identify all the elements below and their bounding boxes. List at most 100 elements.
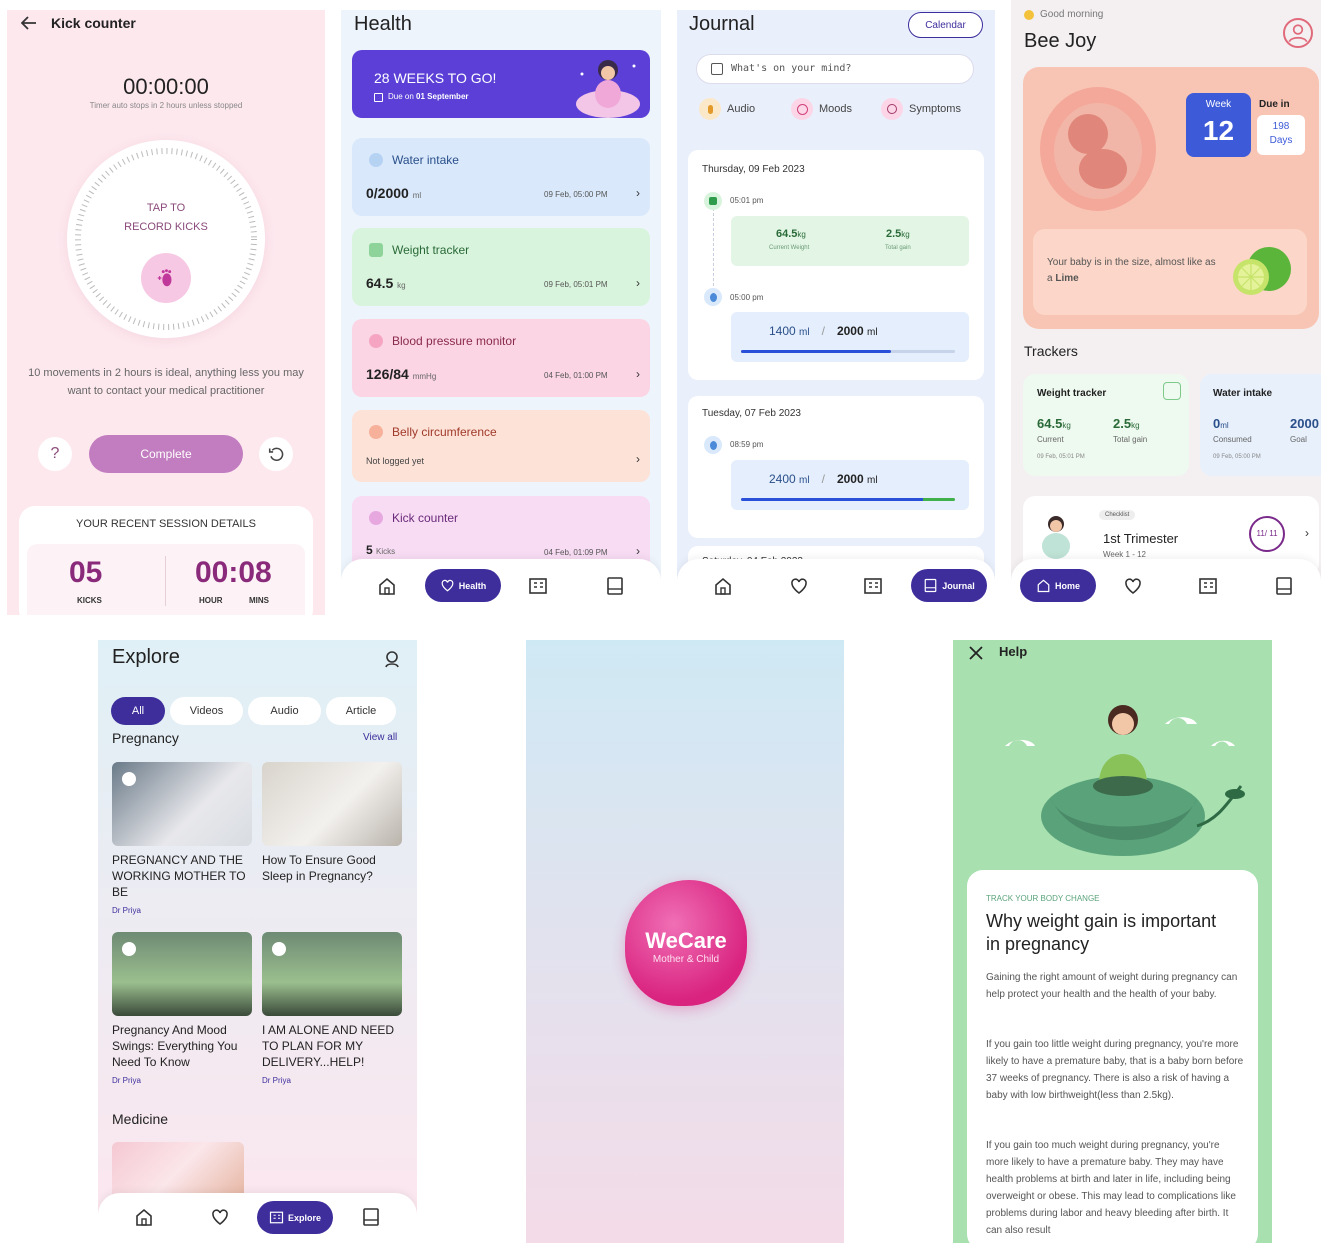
home-weight-tracker-card[interactable]: Weight tracker 64.5kg Current 2.5kg Tota… bbox=[1023, 374, 1189, 476]
chip-moods[interactable]: Moods bbox=[791, 98, 852, 120]
card-value: 126/84 bbox=[366, 366, 409, 382]
profile-icon[interactable] bbox=[1283, 18, 1313, 48]
blood-pressure-card[interactable]: Blood pressure monitor 126/84 mmHg 04 Fe… bbox=[352, 319, 650, 397]
nav-health-active[interactable]: Health bbox=[425, 569, 501, 602]
card-title: Belly circumference bbox=[392, 425, 497, 439]
weeks-banner[interactable]: 28 WEEKS TO GO! Due on 01 September bbox=[352, 50, 650, 118]
chevron-right-icon[interactable]: › bbox=[636, 276, 640, 290]
water-left-value: 2400 bbox=[769, 472, 796, 486]
reset-icon[interactable] bbox=[259, 437, 293, 471]
water-intake-card[interactable]: Water intake 0/2000 ml 09 Feb, 05:00 PM … bbox=[352, 138, 650, 216]
water-entry-box[interactable]: 1400 ml / 2000 ml bbox=[731, 312, 969, 362]
home-icon[interactable] bbox=[713, 576, 733, 596]
article-thumb[interactable] bbox=[112, 932, 252, 1016]
footprint-icon[interactable] bbox=[141, 253, 191, 303]
explore-icon[interactable] bbox=[528, 576, 548, 596]
trackers-title: Trackers bbox=[1024, 343, 1078, 359]
weight-tracker-card[interactable]: Weight tracker 64.5 kg 09 Feb, 05:01 PM … bbox=[352, 228, 650, 306]
bottom-nav: Explore bbox=[98, 1193, 417, 1243]
bottom-nav: Home bbox=[1011, 559, 1321, 615]
bottom-nav: Journal bbox=[677, 559, 995, 615]
tracker-time: 09 Feb, 05:00 PM bbox=[1213, 454, 1261, 460]
article-thumb[interactable] bbox=[262, 932, 402, 1016]
close-icon[interactable] bbox=[969, 646, 983, 660]
belly-circumference-card[interactable]: Belly circumference Not logged yet › bbox=[352, 410, 650, 482]
gain-label: Total gain bbox=[885, 245, 911, 251]
nav-explore-active[interactable]: Explore bbox=[257, 1201, 333, 1234]
calendar-button[interactable]: Calendar bbox=[908, 12, 983, 38]
water-consumed-unit: ml bbox=[1220, 421, 1229, 430]
due-label: Due in bbox=[1259, 99, 1290, 110]
chip-audio[interactable]: Audio bbox=[699, 98, 755, 120]
microphone-icon bbox=[699, 98, 721, 120]
water-entry-box[interactable]: 2400 ml / 2000 ml bbox=[731, 460, 969, 510]
home-icon[interactable] bbox=[134, 1207, 154, 1227]
chip-symptoms[interactable]: Symptoms bbox=[881, 98, 961, 120]
article-thumb[interactable] bbox=[112, 762, 252, 846]
filter-all[interactable]: All bbox=[111, 697, 165, 725]
journal-icon[interactable] bbox=[1274, 576, 1294, 596]
chevron-right-icon[interactable]: › bbox=[636, 452, 640, 466]
bottom-nav: Health bbox=[341, 559, 661, 615]
scale-icon bbox=[1163, 382, 1181, 400]
chevron-right-icon[interactable]: › bbox=[636, 186, 640, 200]
greeting-text: Good morning bbox=[1040, 9, 1104, 20]
article-thumb[interactable] bbox=[112, 1142, 244, 1200]
heart-icon[interactable] bbox=[789, 576, 809, 596]
belly-icon bbox=[369, 425, 383, 439]
chevron-right-icon[interactable]: › bbox=[636, 367, 640, 381]
kick-dial[interactable]: TAP TO RECORD KICKS bbox=[67, 140, 265, 338]
search-user-icon[interactable] bbox=[384, 650, 400, 668]
weight-current-label: Current bbox=[1037, 435, 1064, 444]
weight-value: 64.5 bbox=[776, 228, 798, 240]
view-all-link[interactable]: View all bbox=[363, 732, 397, 743]
journal-icon[interactable] bbox=[361, 1207, 381, 1227]
fetus-illustration-icon bbox=[1033, 79, 1163, 219]
weight-entry-box[interactable]: 64.5kg Current Weight 2.5kg Total gain bbox=[731, 216, 969, 266]
back-arrow-icon[interactable] bbox=[21, 16, 37, 30]
article-author: Dr Priya bbox=[112, 906, 141, 915]
filter-article[interactable]: Article bbox=[326, 697, 396, 725]
nav-journal-active[interactable]: Journal bbox=[911, 569, 987, 602]
chevron-right-icon[interactable]: › bbox=[636, 544, 640, 558]
kicks-label: KICKS bbox=[77, 596, 102, 605]
section-title: Medicine bbox=[112, 1111, 169, 1127]
nav-home-active[interactable]: Home bbox=[1020, 569, 1096, 602]
heart-icon[interactable] bbox=[1123, 576, 1143, 596]
heart-icon bbox=[441, 579, 454, 592]
explore-icon[interactable] bbox=[863, 576, 883, 596]
journal-input[interactable]: What's on your mind? bbox=[696, 54, 974, 84]
banner-title: 28 WEEKS TO GO! bbox=[374, 70, 497, 86]
filter-audio[interactable]: Audio bbox=[248, 697, 321, 725]
heart-icon[interactable] bbox=[210, 1207, 230, 1227]
help-paragraph: If you gain too little weight during pre… bbox=[986, 1039, 1244, 1101]
home-water-intake-card[interactable]: Water intake 0ml Consumed 2000 Goal 09 F… bbox=[1200, 374, 1321, 476]
foot-icon bbox=[369, 511, 383, 525]
pregnancy-progress-card[interactable]: Week 12 Due in 198 Days Your baby is in … bbox=[1023, 67, 1319, 329]
filter-videos[interactable]: Videos bbox=[170, 697, 243, 725]
hour-label: HOUR bbox=[199, 596, 223, 605]
scale-icon bbox=[369, 243, 383, 257]
tracker-title: Water intake bbox=[1213, 388, 1273, 399]
chevron-right-icon[interactable]: › bbox=[1305, 526, 1309, 540]
card-value: 5 bbox=[366, 543, 373, 557]
home-icon[interactable] bbox=[377, 576, 397, 596]
explore-icon[interactable] bbox=[1198, 576, 1218, 596]
entry-time: 08:59 pm bbox=[730, 440, 764, 449]
help-screen: Help TRACK YOUR BODY CHANGE Why weight g… bbox=[953, 640, 1272, 1243]
complete-button[interactable]: Complete bbox=[89, 435, 243, 473]
help-paragraph: If you gain too much weight during pregn… bbox=[986, 1140, 1236, 1236]
article-thumb[interactable] bbox=[262, 762, 402, 846]
help-title: Help bbox=[999, 644, 1028, 659]
water-progress-fill bbox=[741, 498, 955, 501]
checklist-progress: 11/ 11 bbox=[1256, 529, 1278, 538]
lime-icon bbox=[1229, 241, 1293, 301]
gain-unit: kg bbox=[901, 230, 910, 239]
recent-session-card: YOUR RECENT SESSION DETAILS 05 KICKS 00:… bbox=[19, 506, 313, 615]
gain-value: 2.5 bbox=[886, 228, 902, 240]
entry-time: 05:00 pm bbox=[730, 293, 764, 302]
splash-screen: WeCare Mother & Child bbox=[526, 640, 844, 1243]
journal-title: Journal bbox=[689, 13, 755, 35]
journal-icon[interactable] bbox=[605, 576, 625, 596]
help-button[interactable]: ? bbox=[38, 437, 72, 471]
